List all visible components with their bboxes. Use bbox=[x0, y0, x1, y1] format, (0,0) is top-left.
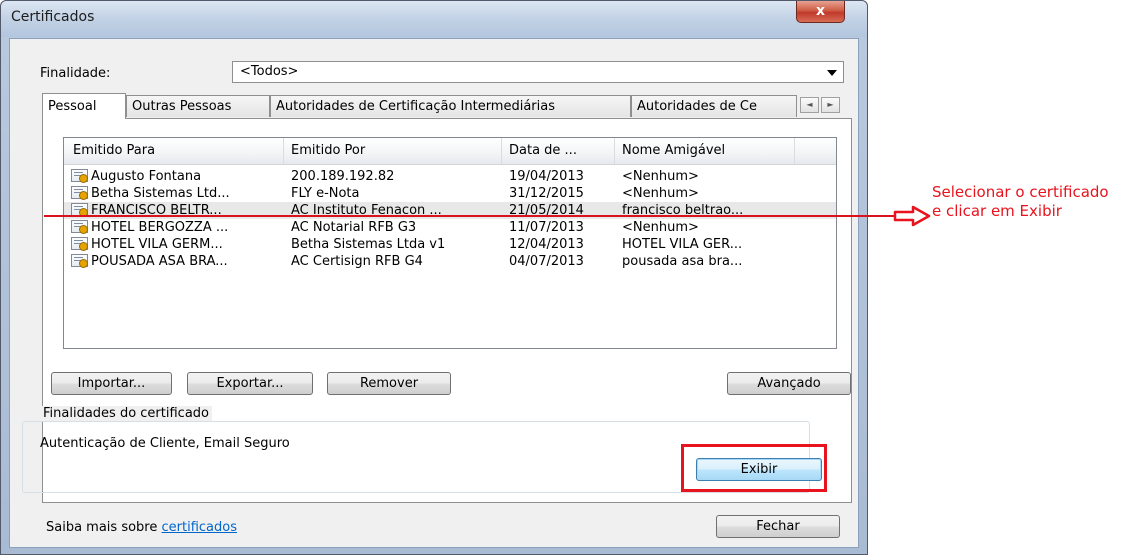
cell-issued-by: Betha Sistemas Ltda v1 bbox=[291, 237, 446, 252]
column-separator[interactable] bbox=[794, 138, 795, 164]
cell-friendly-name: <Nenhum> bbox=[622, 220, 699, 235]
close-window-button[interactable]: x bbox=[796, 1, 845, 23]
certificate-purposes-value: Autenticação de Cliente, Email Seguro bbox=[40, 436, 290, 451]
cell-friendly-name: <Nenhum> bbox=[622, 169, 699, 184]
tab-scroll-left-icon[interactable]: ◄ bbox=[800, 97, 819, 113]
tab-scroll-buttons: ◄ ► bbox=[800, 97, 842, 114]
certificate-icon bbox=[71, 254, 88, 268]
table-row[interactable]: Augusto Fontana 200.189.192.82 19/04/201… bbox=[64, 168, 836, 185]
arrow-right-icon bbox=[893, 205, 931, 227]
table-row[interactable]: HOTEL BERGOZZA ... AC Notarial RFB G3 11… bbox=[64, 219, 836, 236]
cell-issued-to: POUSADA ASA BRA... bbox=[91, 254, 228, 269]
cell-issued-to: Betha Sistemas Ltd... bbox=[91, 186, 230, 201]
cell-issued-to: HOTEL BERGOZZA ... bbox=[91, 220, 229, 235]
tab-other-people[interactable]: Outras Pessoas bbox=[126, 95, 270, 117]
remove-button[interactable]: Remover bbox=[327, 372, 451, 395]
purpose-dropdown[interactable]: <Todos> bbox=[232, 61, 844, 83]
purpose-dropdown-value: <Todos> bbox=[240, 64, 299, 79]
annotation-line bbox=[44, 215, 902, 217]
cell-expiration: 12/04/2013 bbox=[509, 237, 584, 252]
window-title: Certificados bbox=[11, 9, 95, 25]
certificate-icon bbox=[71, 169, 88, 183]
column-header-expiration[interactable]: Data de ... bbox=[509, 143, 577, 158]
column-header-issued-to[interactable]: Emitido Para bbox=[73, 143, 155, 158]
certificate-icon bbox=[71, 237, 88, 251]
export-button[interactable]: Exportar... bbox=[187, 372, 313, 395]
purpose-label: Finalidade: bbox=[40, 66, 111, 81]
cell-issued-to: Augusto Fontana bbox=[91, 169, 202, 184]
cell-issued-to: HOTEL VILA GERM... bbox=[91, 237, 223, 252]
cell-expiration: 11/07/2013 bbox=[509, 220, 584, 235]
certificate-purposes-title: Finalidades do certificado bbox=[40, 406, 212, 421]
cell-issued-by: FLY e-Nota bbox=[291, 186, 360, 201]
cell-issued-by: AC Certisign RFB G4 bbox=[291, 254, 423, 269]
tab-strip: Pessoal Outras Pessoas Autoridades de Ce… bbox=[42, 93, 842, 119]
highlight-box bbox=[681, 444, 827, 492]
tab-scroll-right-icon[interactable]: ► bbox=[821, 97, 840, 113]
cell-friendly-name: HOTEL VILA GER... bbox=[622, 237, 743, 252]
cell-friendly-name: <Nenhum> bbox=[622, 186, 699, 201]
certificate-icon bbox=[71, 220, 88, 234]
cell-expiration: 04/07/2013 bbox=[509, 254, 584, 269]
table-row[interactable]: Betha Sistemas Ltd... FLY e-Nota 31/12/2… bbox=[64, 185, 836, 202]
tab-root-authorities[interactable]: Autoridades de Ce bbox=[631, 95, 797, 117]
advanced-button[interactable]: Avançado bbox=[727, 372, 851, 395]
cell-expiration: 31/12/2015 bbox=[509, 186, 584, 201]
import-button[interactable]: Importar... bbox=[51, 372, 172, 395]
column-header-issued-by[interactable]: Emitido Por bbox=[291, 143, 365, 158]
certificates-link[interactable]: certificados bbox=[162, 520, 237, 535]
list-header: Emitido Para Emitido Por Data de ... Nom… bbox=[64, 138, 836, 165]
certificate-icon bbox=[71, 186, 88, 200]
column-separator[interactable] bbox=[501, 138, 502, 164]
cell-issued-by: 200.189.192.82 bbox=[291, 169, 395, 184]
certificate-list[interactable]: Emitido Para Emitido Por Data de ... Nom… bbox=[63, 137, 837, 349]
annotation-text: Selecionar o certificado e clicar em Exi… bbox=[932, 183, 1109, 220]
column-separator[interactable] bbox=[283, 138, 284, 164]
learn-more-text: Saiba mais sobre certificados bbox=[46, 520, 237, 535]
title-bar[interactable]: Certificados x bbox=[1, 1, 867, 37]
tab-intermediate-authorities[interactable]: Autoridades de Certificação Intermediári… bbox=[270, 95, 631, 117]
tab-personal[interactable]: Pessoal bbox=[42, 93, 126, 119]
learn-more-prefix: Saiba mais sobre bbox=[46, 520, 162, 535]
chevron-down-icon[interactable] bbox=[827, 70, 837, 76]
close-button[interactable]: Fechar bbox=[716, 515, 840, 538]
cell-expiration: 19/04/2013 bbox=[509, 169, 584, 184]
table-row[interactable]: HOTEL VILA GERM... Betha Sistemas Ltda v… bbox=[64, 236, 836, 253]
cell-friendly-name: pousada asa bra... bbox=[622, 254, 743, 269]
column-header-friendly-name[interactable]: Nome Amigável bbox=[622, 143, 725, 158]
table-row[interactable]: POUSADA ASA BRA... AC Certisign RFB G4 0… bbox=[64, 253, 836, 270]
column-separator[interactable] bbox=[614, 138, 615, 164]
cell-issued-by: AC Notarial RFB G3 bbox=[291, 220, 417, 235]
